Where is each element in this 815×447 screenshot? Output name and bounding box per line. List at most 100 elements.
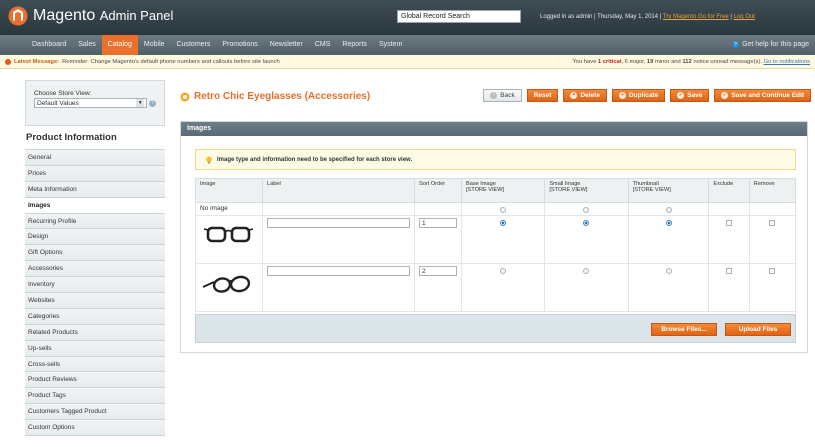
- nav-customers[interactable]: Customers: [171, 35, 217, 55]
- small-image-radio[interactable]: [583, 220, 590, 226]
- message-summary: You have 1 critical, 6 major, 19 minor a…: [572, 59, 810, 65]
- exclude-checkbox[interactable]: [726, 268, 733, 274]
- label-input[interactable]: [267, 266, 410, 276]
- exclude-checkbox[interactable]: [726, 220, 733, 226]
- remove-checkbox[interactable]: [769, 220, 776, 226]
- thumbnail-radio[interactable]: [665, 220, 672, 226]
- magento-logo-icon: [8, 6, 28, 26]
- sort-order-input[interactable]: 2: [419, 266, 457, 276]
- tab-websites[interactable]: Websites: [25, 293, 165, 309]
- save-icon: ✓: [677, 92, 685, 99]
- logout-link[interactable]: Log Out: [734, 14, 755, 20]
- table-row-no-image: No image: [195, 202, 797, 216]
- delete-button[interactable]: × Delete: [563, 89, 607, 102]
- product-tabs: General Prices Meta Information Images R…: [25, 149, 165, 437]
- base-image-radio[interactable]: [500, 220, 507, 226]
- base-image-radio[interactable]: [500, 268, 507, 274]
- product-information-title: Product Information: [26, 132, 117, 143]
- logo-text: Magento Admin Panel: [33, 7, 174, 24]
- delete-icon: ×: [570, 92, 578, 99]
- tab-related-products[interactable]: Related Products: [25, 324, 165, 341]
- tab-customers-tagged-product[interactable]: Customers Tagged Product: [25, 404, 165, 421]
- back-button[interactable]: ‹ Back: [483, 89, 522, 102]
- tab-categories[interactable]: Categories: [25, 308, 165, 325]
- reset-button[interactable]: Reset: [526, 89, 559, 102]
- store-view-label: Choose Store View:: [34, 90, 92, 97]
- nav-mobile[interactable]: Mobile: [138, 35, 171, 55]
- nav-system[interactable]: System: [373, 35, 408, 55]
- duplicate-button[interactable]: + Duplicate: [611, 89, 666, 102]
- nav-newsletter[interactable]: Newsletter: [264, 35, 309, 55]
- nav-sales[interactable]: Sales: [72, 35, 102, 55]
- back-arrow-icon: ‹: [490, 92, 498, 99]
- help-icon: ?: [732, 41, 740, 48]
- question-icon[interactable]: ?: [149, 99, 156, 107]
- go-to-notifications-link[interactable]: Go to notifications: [764, 59, 810, 65]
- tab-images[interactable]: Images: [25, 197, 165, 214]
- nav-catalog[interactable]: Catalog: [101, 35, 138, 55]
- action-buttons: ‹ Back Reset × Delete + Duplicate ✓ Save ✓ Sa…: [478, 89, 811, 102]
- col-thumbnail: Thumbnail [STORE VIEW]: [627, 178, 710, 203]
- images-section: Images Image type and information need t…: [180, 121, 808, 353]
- col-label: Label: [262, 178, 415, 203]
- tab-accessories[interactable]: Accessories: [25, 261, 165, 278]
- tab-up-sells[interactable]: Up-sells: [25, 340, 165, 357]
- small-image-radio-none[interactable]: [583, 207, 590, 213]
- logged-in-text: Logged in as admin: [540, 14, 593, 20]
- table-row: 1: [195, 215, 797, 264]
- tab-meta-information[interactable]: Meta Information: [25, 181, 165, 198]
- tab-product-tags[interactable]: Product Tags: [25, 388, 165, 405]
- col-exclude: Exclude: [708, 178, 750, 203]
- chevron-down-icon: ▼: [136, 99, 145, 107]
- critical-count: 1 critical: [597, 59, 622, 65]
- tab-design[interactable]: Design: [25, 229, 165, 246]
- save-continue-icon: ✓: [721, 92, 729, 99]
- nav-reports[interactable]: Reports: [336, 35, 373, 55]
- tab-recurring-profile[interactable]: Recurring Profile: [25, 213, 165, 230]
- eyeglasses-front-thumbnail: [203, 226, 254, 243]
- message-bar: Latest Message: Reminder: Change Magento…: [0, 55, 815, 69]
- save-button[interactable]: ✓ Save: [670, 89, 710, 102]
- save-and-continue-button[interactable]: ✓ Save and Continue Edit: [714, 89, 811, 102]
- col-sort-order: Sort Order: [414, 178, 462, 203]
- tab-prices[interactable]: Prices: [25, 165, 165, 182]
- label-input[interactable]: [267, 218, 410, 228]
- browse-files-button[interactable]: Browse Files...: [651, 323, 717, 336]
- tab-general[interactable]: General: [25, 150, 165, 166]
- page-title: Retro Chic Eyeglasses (Accessories): [194, 91, 371, 102]
- nav-promotions[interactable]: Promotions: [216, 35, 263, 55]
- col-small-image: Small Image [STORE VIEW]: [544, 178, 629, 203]
- admin-header: Magento Admin Panel Global Record Search…: [0, 0, 815, 35]
- section-header: Images: [181, 122, 807, 136]
- nav-cms[interactable]: CMS: [309, 35, 337, 55]
- store-switcher: Choose Store View: Default Values ▼ ?: [25, 80, 165, 126]
- sidebar: Choose Store View: Default Values ▼ ? Pr…: [25, 80, 165, 437]
- thumbnail-radio-none[interactable]: [665, 207, 672, 213]
- sort-order-input[interactable]: 1: [419, 218, 457, 228]
- images-table: Image Label Sort Order Base Image [STORE …: [195, 178, 797, 312]
- global-record-search-input[interactable]: Global Record Search: [397, 10, 521, 23]
- tab-cross-sells[interactable]: Cross-sells: [25, 356, 165, 373]
- tab-product-reviews[interactable]: Product Reviews: [25, 372, 165, 389]
- latest-message: Latest Message: Reminder: Change Magento…: [5, 59, 280, 65]
- try-magento-go-link[interactable]: Try Magento Go for Free: [663, 14, 729, 20]
- store-view-select[interactable]: Default Values ▼: [34, 98, 148, 108]
- nav-dashboard[interactable]: Dashboard: [26, 35, 72, 55]
- small-image-radio[interactable]: [583, 268, 590, 274]
- tab-custom-options[interactable]: Custom Options: [25, 420, 165, 437]
- eyeglasses-side-thumbnail: [202, 275, 251, 293]
- base-image-radio-none[interactable]: [500, 207, 507, 213]
- upload-bar: Browse Files... Upload Files: [195, 314, 796, 343]
- upload-files-button[interactable]: Upload Files: [725, 323, 791, 336]
- help-link[interactable]: ? Get help for this page: [732, 41, 809, 48]
- no-image-text: No image: [195, 202, 263, 216]
- tab-inventory[interactable]: Inventory: [25, 277, 165, 294]
- col-base-image: Base Image [STORE VIEW]: [460, 178, 546, 203]
- thumbnail-radio[interactable]: [665, 268, 672, 274]
- col-image: Image: [195, 178, 263, 203]
- warning-icon: [5, 59, 11, 65]
- logo[interactable]: Magento Admin Panel: [8, 6, 173, 26]
- main-nav: Dashboard Sales Catalog Mobile Customers…: [0, 35, 815, 55]
- remove-checkbox[interactable]: [769, 268, 776, 274]
- tab-gift-options[interactable]: Gift Options: [25, 245, 165, 262]
